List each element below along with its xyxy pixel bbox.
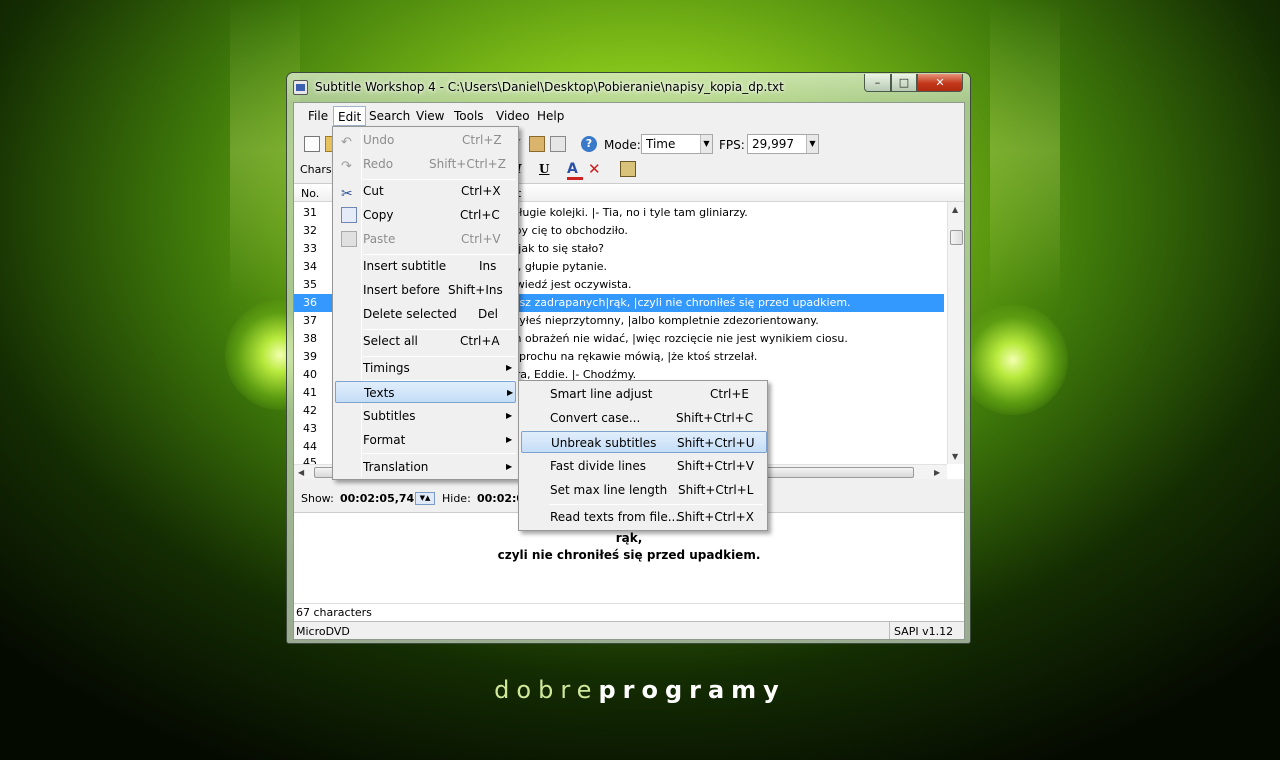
scissors-icon: ✂ (341, 186, 353, 202)
submenu-arrow-icon: ▶ (506, 363, 513, 372)
menu-view[interactable]: View (412, 106, 448, 126)
menu-item-format[interactable]: Format ▶ (335, 429, 516, 451)
menu-item-unbreak-subtitles[interactable]: Unbreak subtitles Shift+Ctrl+U (521, 431, 767, 453)
minimize-button[interactable]: – (864, 74, 891, 92)
editor-line: czyli nie chroniłeś się przed upadkiem. (497, 548, 761, 562)
menu-item-insert-subtitle[interactable]: Insert subtitle Ins (335, 255, 516, 277)
help-icon[interactable]: ? (581, 136, 597, 152)
submenu-arrow-icon: ▶ (506, 411, 513, 420)
mode-value: Time (646, 137, 676, 151)
copy-icon (341, 207, 357, 223)
desktop-glow-right (958, 305, 1068, 415)
menu-video[interactable]: Video (492, 106, 534, 126)
menu-item-fast-divide-lines[interactable]: Fast divide lines Shift+Ctrl+V (521, 455, 765, 477)
menu-item-subtitles[interactable]: Subtitles ▶ (335, 405, 516, 427)
menu-item-redo[interactable]: ↷ Redo Shift+Ctrl+Z (335, 153, 516, 175)
status-bar: MicroDVD SAPI v1.12 (294, 621, 964, 639)
scroll-down-icon[interactable]: ▼ (952, 452, 958, 461)
underline-icon[interactable]: U (539, 162, 555, 178)
chevron-down-icon: ▼ (700, 135, 712, 153)
replace-tool-icon[interactable] (550, 136, 566, 152)
fps-select[interactable]: 29,997 ▼ (747, 134, 819, 154)
menu-item-copy[interactable]: Copy Ctrl+C (335, 204, 516, 226)
undo-icon: ↶ (341, 135, 352, 150)
menu-help[interactable]: Help (533, 106, 568, 126)
redo-icon: ↷ (341, 159, 352, 174)
menu-file[interactable]: File (304, 106, 332, 126)
menu-item-convert-case[interactable]: Convert case... Shift+Ctrl+C (521, 407, 765, 429)
menu-item-timings[interactable]: Timings ▶ (335, 357, 516, 379)
scroll-thumb[interactable] (950, 230, 963, 245)
new-file-icon[interactable] (304, 136, 320, 152)
submenu-arrow-icon: ▶ (506, 462, 513, 471)
editor-line: rąk, (615, 531, 643, 545)
format-status: MicroDVD (296, 625, 350, 638)
maximize-button[interactable]: □ (891, 74, 917, 92)
menu-search[interactable]: Search (365, 106, 414, 126)
house-icon[interactable] (620, 161, 636, 177)
mode-select[interactable]: Time ▼ (641, 134, 713, 154)
menu-item-smart-line-adjust[interactable]: Smart line adjust Ctrl+E (521, 383, 765, 405)
column-no[interactable]: No. (301, 187, 319, 200)
mode-label: Mode: (604, 138, 641, 152)
edit-menu: ↶ Undo Ctrl+Z ↷ Redo Shift+Ctrl+Z ✂ Cut Ctr… (332, 126, 519, 480)
menu-item-cut[interactable]: ✂ Cut Ctrl+X (335, 180, 516, 202)
scroll-left-icon[interactable]: ◀ (298, 468, 304, 477)
submenu-arrow-icon: ▶ (507, 388, 514, 397)
close-button[interactable]: ✕ (917, 74, 963, 92)
scroll-up-icon[interactable]: ▲ (952, 205, 958, 214)
chevron-down-icon: ▼ (806, 135, 818, 153)
window-title: Subtitle Workshop 4 - C:\Users\Daniel\De… (315, 80, 784, 94)
menu-item-select-all[interactable]: Select all Ctrl+A (335, 330, 516, 352)
fps-value: 29,997 (752, 137, 794, 151)
menu-item-set-max-line-length[interactable]: Set max line length Shift+Ctrl+L (521, 479, 765, 501)
menu-item-insert-before[interactable]: Insert before Shift+Ins (335, 279, 516, 301)
menu-edit[interactable]: Edit (333, 106, 367, 126)
fps-label: FPS: (719, 138, 745, 152)
app-icon[interactable] (293, 80, 308, 95)
show-time-input[interactable]: 00:02:05,746 (340, 492, 422, 505)
menu-item-translation[interactable]: Translation ▶ (335, 456, 516, 478)
show-time-spinner[interactable]: ▼▲ (415, 492, 435, 505)
remove-tags-icon[interactable]: ✕ (588, 160, 604, 178)
menu-item-undo[interactable]: ↶ Undo Ctrl+Z (335, 129, 516, 151)
menu-item-delete-selected[interactable]: Delete selected Del (335, 303, 516, 325)
vertical-scrollbar[interactable]: ▲ ▼ (947, 202, 964, 464)
menu-tools[interactable]: Tools (450, 106, 488, 126)
character-count: 67 characters (294, 603, 964, 621)
menu-item-texts[interactable]: Texts ▶ (335, 381, 516, 403)
scroll-right-icon[interactable]: ▶ (934, 468, 940, 477)
texts-submenu: Smart line adjust Ctrl+E Convert case... S… (518, 380, 768, 531)
brand-logo: dobreprogramy (494, 676, 786, 704)
hide-label: Hide: (442, 492, 471, 505)
menu-item-read-texts-from-file[interactable]: Read texts from file... Shift+Ctrl+X (521, 506, 765, 528)
submenu-arrow-icon: ▶ (506, 435, 513, 444)
text-color-icon[interactable]: A (567, 161, 583, 180)
paste-icon (341, 231, 357, 247)
show-label: Show: (301, 492, 334, 505)
sapi-status: SAPI v1.12 (894, 625, 954, 638)
desktop-streak (990, 0, 1060, 300)
search-tool-icon[interactable] (529, 136, 545, 152)
menu-item-paste[interactable]: Paste Ctrl+V (335, 228, 516, 250)
